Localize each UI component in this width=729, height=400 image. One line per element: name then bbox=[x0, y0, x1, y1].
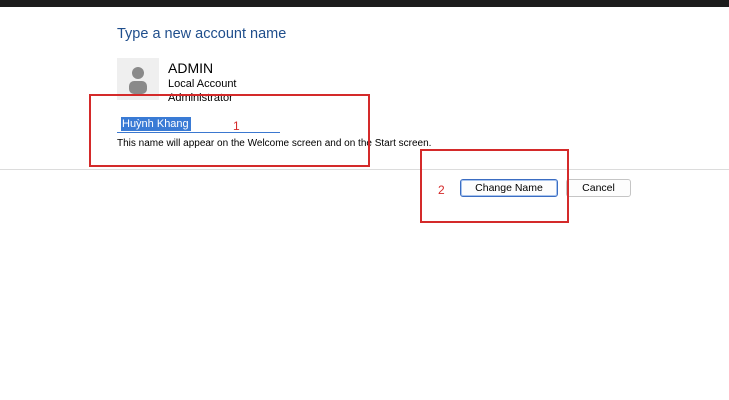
annotation-label-1: 1 bbox=[233, 119, 240, 133]
dialog-separator bbox=[0, 169, 729, 170]
cancel-button[interactable]: Cancel bbox=[566, 179, 631, 197]
annotation-box-1 bbox=[89, 94, 370, 167]
annotation-label-2: 2 bbox=[438, 183, 445, 197]
account-type: Local Account bbox=[168, 78, 237, 90]
account-name: ADMIN bbox=[168, 60, 214, 76]
top-window-bar bbox=[0, 0, 729, 7]
dialog-heading: Type a new account name bbox=[117, 26, 287, 42]
